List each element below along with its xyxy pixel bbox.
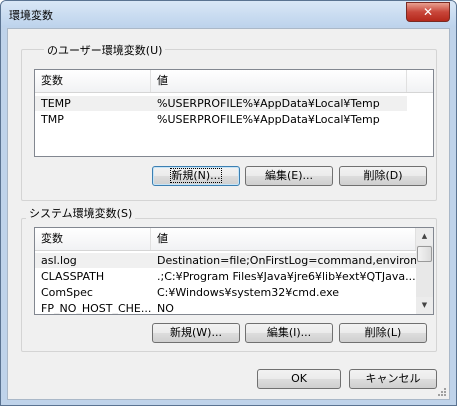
- dialog-client-area: のユーザー環境変数(U) 変数 値 TEMP %USERPROFILE%¥App…: [7, 28, 450, 400]
- variable-value: %USERPROFILE%¥AppData¥Local¥Temp: [157, 97, 380, 110]
- user-new-label: 新規(N)...: [170, 168, 222, 183]
- list-item[interactable]: TMP %USERPROFILE%¥AppData¥Local¥Temp: [35, 112, 407, 127]
- variable-name: ComSpec: [41, 286, 93, 299]
- system-variables-list[interactable]: 変数 値 asl.log Destination=file;OnFirstLog…: [34, 227, 434, 315]
- system-new-label: 新規(W)...: [170, 326, 222, 339]
- variable-name: TMP: [41, 113, 64, 126]
- scroll-down-arrow-icon[interactable]: ▼: [416, 297, 433, 314]
- list-item[interactable]: TEMP %USERPROFILE%¥AppData¥Local¥Temp: [35, 96, 407, 111]
- column-header-variable[interactable]: 変数: [35, 228, 151, 250]
- variable-name: CLASSPATH: [41, 270, 105, 283]
- system-edit-button[interactable]: 編集(I)...: [245, 323, 333, 343]
- title-bar[interactable]: 環境変数 ✕: [1, 1, 456, 27]
- environment-variables-dialog: 環境変数 ✕ のユーザー環境変数(U) 変数 値 TEMP %USERPROFI…: [0, 0, 457, 406]
- variable-value: NO: [157, 302, 174, 315]
- variable-value: .;C:¥Program Files¥Java¥jre6¥lib¥ext¥QTJ…: [157, 270, 416, 283]
- close-icon: ✕: [422, 5, 434, 19]
- system-edit-label: 編集(I)...: [266, 326, 312, 339]
- list-item[interactable]: FP_NO_HOST_CHE... NO: [35, 301, 416, 315]
- ok-label: OK: [291, 372, 307, 385]
- variable-name: TEMP: [41, 97, 71, 110]
- user-delete-button[interactable]: 削除(D): [339, 166, 427, 186]
- column-header-variable[interactable]: 変数: [35, 70, 151, 92]
- variable-value: %USERPROFILE%¥AppData¥Local¥Temp: [157, 113, 380, 126]
- user-delete-label: 削除(D): [363, 169, 403, 182]
- cancel-label: キャンセル: [365, 372, 421, 385]
- variable-name: asl.log: [41, 254, 77, 267]
- system-list-scrollbar[interactable]: ▲ ▼: [416, 228, 433, 314]
- user-edit-button[interactable]: 編集(E)...: [245, 166, 333, 186]
- system-new-button[interactable]: 新規(W)...: [152, 323, 240, 343]
- column-header-value[interactable]: 値: [151, 228, 416, 250]
- user-variables-label: のユーザー環境変数(U): [44, 42, 166, 58]
- variable-value: Destination=file;OnFirstLog=command,envi…: [157, 254, 416, 267]
- close-button[interactable]: ✕: [406, 2, 450, 22]
- list-item[interactable]: ComSpec C:¥Windows¥system32¥cmd.exe: [35, 285, 416, 300]
- cancel-button[interactable]: キャンセル: [349, 369, 437, 389]
- user-new-button[interactable]: 新規(N)...: [152, 166, 240, 186]
- variable-value: C:¥Windows¥system32¥cmd.exe: [157, 286, 340, 299]
- list-item[interactable]: asl.log Destination=file;OnFirstLog=comm…: [35, 253, 416, 268]
- user-edit-label: 編集(E)...: [264, 169, 314, 182]
- system-delete-button[interactable]: 削除(L): [339, 323, 427, 343]
- resize-grip-icon[interactable]: [437, 387, 447, 397]
- window-title: 環境変数: [9, 9, 53, 22]
- variable-name: FP_NO_HOST_CHE...: [41, 302, 151, 315]
- ok-button[interactable]: OK: [257, 369, 341, 389]
- list-item[interactable]: CLASSPATH .;C:¥Program Files¥Java¥jre6¥l…: [35, 269, 416, 284]
- system-variables-label: システム環境変数(S): [26, 205, 136, 221]
- system-delete-label: 削除(L): [364, 326, 402, 339]
- column-header-value[interactable]: 値: [151, 70, 407, 92]
- scrollbar-thumb[interactable]: [417, 246, 432, 262]
- user-variables-list[interactable]: 変数 値 TEMP %USERPROFILE%¥AppData¥Local¥Te…: [34, 69, 434, 157]
- system-list-header: 変数 値: [35, 228, 416, 251]
- scroll-up-arrow-icon[interactable]: ▲: [416, 228, 433, 245]
- user-list-header: 変数 値: [35, 70, 433, 93]
